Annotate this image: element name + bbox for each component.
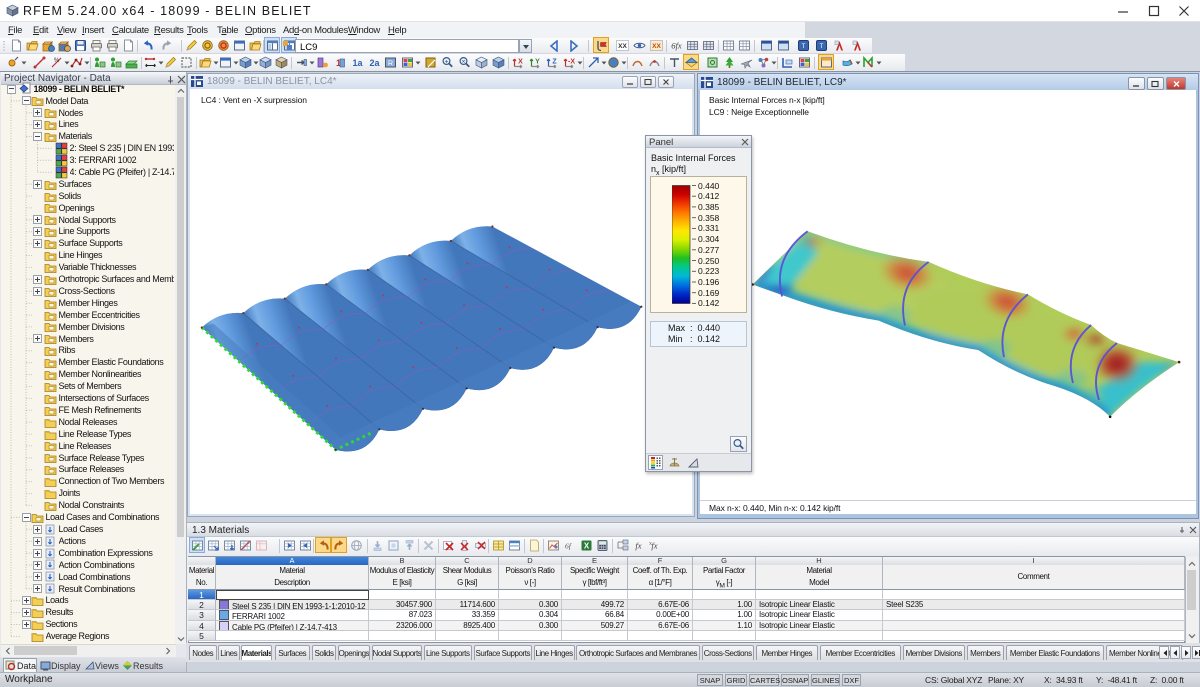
svg-text:T: T xyxy=(802,44,806,50)
svg-text:6fx: 6fx xyxy=(671,41,682,51)
svg-text:%: % xyxy=(54,58,60,64)
svg-text:XX: XX xyxy=(652,43,661,50)
svg-text:X: X xyxy=(518,59,523,66)
svg-text:2a: 2a xyxy=(370,58,381,68)
svg-text:fx: fx xyxy=(635,541,641,551)
svg-text:T: T xyxy=(820,44,824,50)
svg-text:fx: fx xyxy=(651,541,657,551)
svg-text:-X: -X xyxy=(568,59,575,66)
svg-text:1a: 1a xyxy=(353,58,364,68)
svg-text:×: × xyxy=(462,58,466,65)
svg-text:6f: 6f xyxy=(565,542,572,551)
svg-text:X: X xyxy=(584,542,590,551)
svg-text:R: R xyxy=(388,61,393,68)
svg-text:Y: Y xyxy=(535,59,540,66)
svg-text:XX: XX xyxy=(618,43,627,50)
svg-text:Z: Z xyxy=(552,59,557,66)
svg-text:+: + xyxy=(445,58,449,65)
